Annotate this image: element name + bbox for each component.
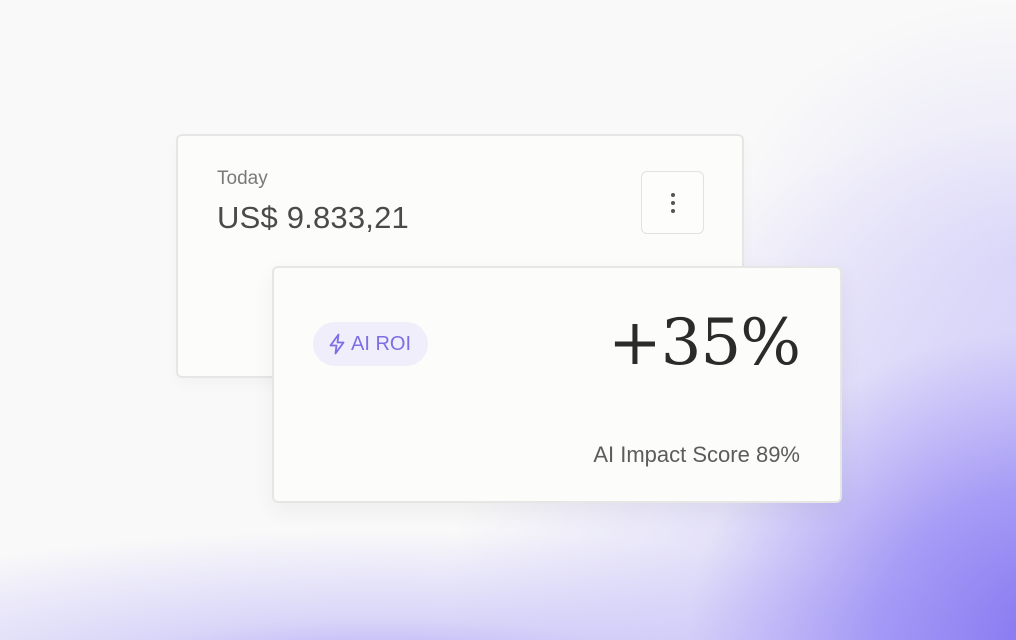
- ai-roi-card: AI ROI +35% AI Impact Score 89%: [272, 266, 842, 503]
- roi-change-value: +35%: [608, 306, 801, 380]
- ai-impact-score: AI Impact Score 89%: [593, 442, 800, 467]
- ai-roi-label: AI ROI: [351, 332, 412, 355]
- lightning-bolt-icon: [329, 333, 345, 355]
- today-label: Today: [217, 168, 268, 189]
- today-amount: US$ 9.833,21: [217, 200, 409, 235]
- ai-roi-badge: AI ROI: [313, 322, 429, 366]
- more-options-button[interactable]: [641, 171, 704, 234]
- more-vertical-icon: [670, 192, 675, 213]
